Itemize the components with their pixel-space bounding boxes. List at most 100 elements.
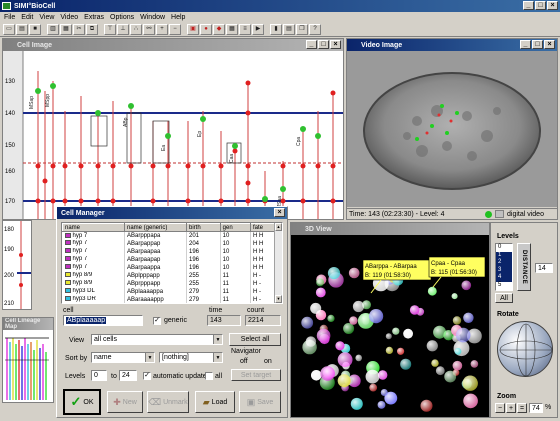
video-settings-icon[interactable]: [495, 210, 504, 218]
menu-file[interactable]: File: [4, 14, 15, 21]
rotate-trackball[interactable]: [497, 321, 553, 377]
menu-edit[interactable]: Edit: [21, 14, 33, 21]
open-icon[interactable]: ▤: [16, 24, 28, 35]
col-gen[interactable]: gen: [219, 223, 252, 232]
zoom-minus-button[interactable]: −: [495, 403, 505, 413]
layers-icon[interactable]: ≡: [239, 24, 251, 35]
levels-from-input[interactable]: 0: [91, 370, 107, 381]
grid-icon[interactable]: ▦: [226, 24, 238, 35]
level-item-5[interactable]: 5: [496, 282, 512, 290]
minimize-button[interactable]: _: [523, 1, 534, 10]
cell-sphere-highlight: [463, 393, 478, 409]
table-scrollbar[interactable]: ▲ ▼: [274, 223, 282, 303]
cell-gen: 11: [220, 279, 252, 288]
cell-image-minimize-button[interactable]: _: [306, 40, 317, 49]
table-row[interactable]: hyp 8/9 ABprpppapp 255 11 H -: [62, 279, 282, 288]
lineage-icon[interactable]: ⊤: [104, 24, 116, 35]
window-icon[interactable]: ❐: [296, 24, 308, 35]
record-icon[interactable]: ●: [200, 24, 212, 35]
select-all-button[interactable]: Select all: [229, 333, 281, 346]
unmark-button[interactable]: ⌫ Unmark: [147, 391, 189, 413]
levels-list[interactable]: 0 1 2 3 4 5: [495, 243, 513, 291]
video-maximize-button[interactable]: □: [532, 40, 543, 49]
cell-sphere-highlight: [463, 312, 474, 323]
video-frame[interactable]: [347, 51, 557, 207]
all-checkbox[interactable]: [205, 372, 213, 380]
cell-name-input[interactable]: ABplaaaaap: [63, 315, 143, 326]
zoom-out-icon[interactable]: −: [169, 24, 181, 35]
table-row[interactable]: hyp 7 ABarpaappa 196 10 H H: [62, 263, 282, 272]
zoom-in-icon[interactable]: +: [156, 24, 168, 35]
level-item-0[interactable]: 0: [496, 244, 512, 252]
marker-icon[interactable]: ◆: [213, 24, 225, 35]
view3d-canvas[interactable]: ABarppa - ABarpaa B: 119 (01:58:30) Cpaa…: [291, 235, 489, 417]
generic-checkbox[interactable]: ✓: [153, 317, 161, 325]
node-label-4: Ea: [161, 145, 167, 151]
color-swatch: [64, 232, 71, 238]
new-button[interactable]: ✚ New: [107, 391, 143, 413]
table-row[interactable]: hyp3 DR ABaraaaappp 279 11 H -: [62, 295, 282, 303]
zoom-reset-button[interactable]: =: [517, 403, 527, 413]
cell-sphere-highlight: [337, 374, 351, 388]
print-icon[interactable]: ▥: [47, 24, 59, 35]
menu-video[interactable]: Video: [60, 14, 78, 21]
levels-to-input[interactable]: 24: [119, 370, 137, 381]
cell-table[interactable]: name name (generic) birth gen fate hyp 7…: [61, 222, 283, 304]
menu-extras[interactable]: Extras: [84, 14, 104, 21]
film-icon[interactable]: ▣: [187, 24, 199, 35]
video-close-button[interactable]: ×: [544, 40, 555, 49]
cell-manager-close-button[interactable]: ×: [274, 208, 285, 217]
distance-value[interactable]: 14: [535, 263, 553, 273]
level-item-3[interactable]: 3: [496, 266, 512, 274]
lineage-tree-canvas[interactable]: MSap MSpp ABp Ea Ep Caa Cpa MSaa 130 140…: [3, 51, 343, 219]
step-icon[interactable]: ▶: [252, 24, 264, 35]
col-name[interactable]: name: [62, 223, 125, 232]
col-birth[interactable]: birth: [186, 223, 221, 232]
new-icon[interactable]: ▭: [3, 24, 15, 35]
automatic-update-checkbox[interactable]: ✓: [143, 372, 151, 380]
save-button[interactable]: ▣ Save: [239, 391, 281, 413]
load-button[interactable]: ▰ Load: [195, 391, 235, 413]
menu-view[interactable]: View: [39, 14, 54, 21]
table-row[interactable]: hyp 7 ABarpaapaa 196 10 H H: [62, 247, 282, 256]
copy-icon[interactable]: ⧉: [86, 24, 98, 35]
zoom-value[interactable]: 74: [529, 403, 543, 413]
tree-icon[interactable]: ⊥: [117, 24, 129, 35]
help-icon[interactable]: ?: [309, 24, 321, 35]
zoom-plus-button[interactable]: +: [506, 403, 516, 413]
cells-icon[interactable]: ∴: [130, 24, 142, 35]
maximize-button[interactable]: □: [535, 1, 546, 10]
cut-icon[interactable]: ✂: [73, 24, 85, 35]
levels-all-button[interactable]: All: [495, 293, 513, 303]
table-row[interactable]: hyp3 DL ABplaaaappa 279 11 H -: [62, 287, 282, 296]
table-icon[interactable]: ▤: [283, 24, 295, 35]
sort-select[interactable]: name ▼: [91, 352, 155, 363]
cell-image-maximize-button[interactable]: □: [318, 40, 329, 49]
level-item-1[interactable]: 1: [496, 251, 512, 259]
distance-slider[interactable]: DISTANCE: [517, 243, 531, 291]
save-icon[interactable]: ■: [29, 24, 41, 35]
cell-image-close-button[interactable]: ×: [330, 40, 341, 49]
menu-options[interactable]: Options: [110, 14, 134, 21]
preview-icon[interactable]: ▦: [60, 24, 72, 35]
table-row[interactable]: hyp 7 ABarpppapa 201 10 H H: [62, 231, 282, 240]
cell-sphere-highlight: [385, 346, 393, 354]
menu-window[interactable]: Window: [140, 14, 165, 21]
y-tick-180: 180: [4, 227, 15, 233]
set-target-button[interactable]: Set target: [231, 369, 281, 381]
table-row[interactable]: hyp 8/9 ABplpppapp 255 11 H -: [62, 271, 282, 280]
ok-button[interactable]: ✓ OK: [63, 389, 101, 415]
view-select[interactable]: all cells ▼: [91, 334, 223, 345]
level-item-4[interactable]: 4: [496, 274, 512, 282]
video-minimize-button[interactable]: _: [520, 40, 531, 49]
table-row[interactable]: hyp 7 ABarpaapap 196 10 H H: [62, 255, 282, 264]
sort-secondary-select[interactable]: [nothing] ▼: [159, 352, 223, 363]
col-name-generic[interactable]: name (generic): [124, 223, 187, 232]
chart-icon[interactable]: ▮: [270, 24, 282, 35]
close-button[interactable]: ×: [547, 1, 558, 10]
table-row[interactable]: hyp 7 ABarpappap 204 10 H H: [62, 239, 282, 248]
menu-help[interactable]: Help: [171, 14, 185, 21]
link-icon[interactable]: ⚯: [143, 24, 155, 35]
lineage-map-canvas[interactable]: [3, 330, 53, 402]
level-item-2[interactable]: 2: [496, 259, 512, 267]
